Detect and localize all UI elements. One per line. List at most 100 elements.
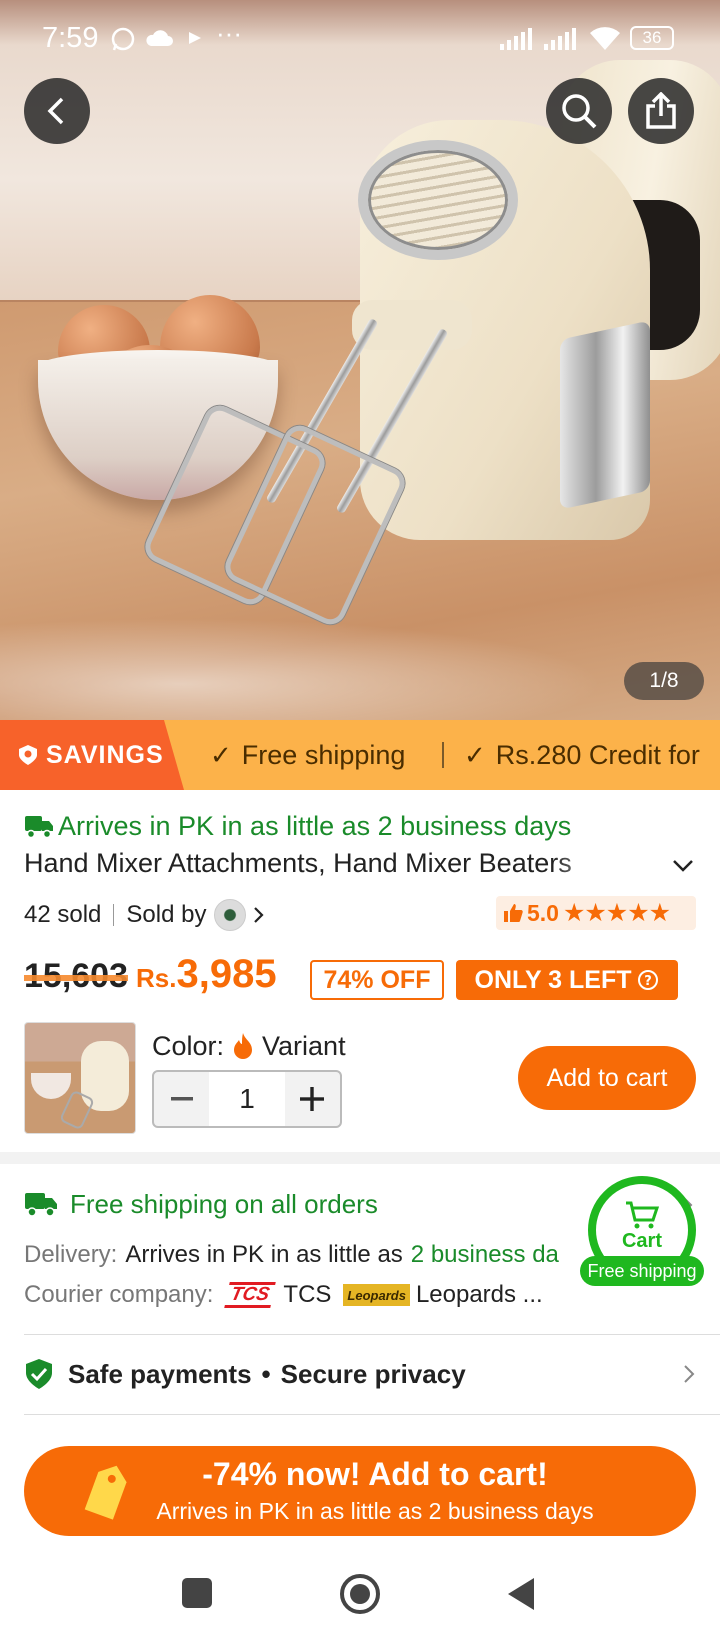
image-flour (0, 600, 720, 720)
strip-divider (442, 742, 444, 768)
shipping-truck-icon (25, 1193, 57, 1217)
battery-level: 36 (642, 28, 662, 47)
battery-icon: 36 (630, 26, 674, 50)
seller-avatar[interactable] (214, 899, 247, 931)
cta-subtitle: Arrives in PK in as little as 2 business… (156, 1498, 594, 1524)
stock-text: ONLY 3 LEFT (474, 965, 632, 994)
variant-thumbnail[interactable] (24, 1022, 136, 1134)
stock-badge[interactable]: ONLY 3 LEFT ? (456, 960, 678, 1000)
delivery-label: Delivery: (24, 1241, 118, 1268)
back-button[interactable] (24, 78, 90, 144)
help-icon: ? (638, 970, 659, 990)
rating-value: 5.0 (527, 899, 559, 926)
savings-shield-icon (19, 745, 37, 765)
system-navigation-bar (0, 1550, 720, 1640)
currency-label: Rs. (136, 963, 177, 993)
delivery-row: Delivery: Arrives in PK in as little as … (24, 1238, 584, 1272)
increase-quantity-button[interactable] (285, 1072, 340, 1126)
discount-badge: 74% OFF (310, 960, 444, 1000)
original-price: 15,603 (24, 957, 128, 996)
sales-row: 42 sold Sold by (24, 896, 266, 934)
courier-tcs: TCS (283, 1281, 332, 1308)
leopards-logo: Leopards (343, 1284, 410, 1306)
add-to-cart-cta-button[interactable]: -74% now! Add to cart! Arrives in PK in … (24, 1446, 696, 1536)
row-divider (24, 1414, 720, 1415)
mixer-chrome-panel (560, 320, 650, 510)
strip-item-label: Rs.280 Credit for (495, 739, 700, 770)
strip-item-label: Free shipping (241, 739, 406, 770)
chevron-right-icon[interactable] (252, 905, 266, 925)
sold-by-label[interactable]: Sold by (126, 901, 206, 929)
check-icon: ✓ (210, 739, 232, 770)
decrease-quantity-button[interactable] (154, 1072, 209, 1126)
savings-badge: SAVINGS (0, 720, 184, 790)
savings-label: SAVINGS (46, 740, 164, 769)
color-label: Color: (152, 1030, 225, 1061)
signal-icon (544, 28, 576, 50)
image-counter: 1/8 (624, 662, 704, 700)
safe-payments-row[interactable]: Safe payments • Secure privacy (24, 1354, 696, 1394)
price-row: 15,603 Rs. 3,985 (24, 952, 277, 1004)
mixer-vent-graphic (358, 140, 518, 260)
chevron-right-icon (684, 1365, 695, 1383)
share-button[interactable] (628, 78, 694, 144)
delivery-highlight: 2 business da (410, 1241, 559, 1268)
wifi-icon (590, 27, 620, 50)
thumbs-up-icon (504, 904, 523, 922)
minus-icon (170, 1097, 193, 1101)
home-dot (350, 1584, 370, 1604)
product-title[interactable]: Hand Mixer Attachments, Hand Mixer Beate… (24, 848, 624, 886)
safe-payments-label: Safe payments (68, 1358, 252, 1389)
thumb-bowl (31, 1073, 71, 1099)
svg-text:?: ? (645, 974, 653, 989)
courier-label: Courier company: (24, 1281, 214, 1308)
free-shipping-headline: Free shipping on all orders (70, 1188, 378, 1219)
sold-count: 42 sold (24, 901, 102, 928)
cart-free-shipping-badge: Free shipping (580, 1256, 704, 1286)
color-row[interactable]: Color: Variant (152, 1026, 346, 1066)
status-bar: 7:59 ··· 36 (0, 0, 720, 76)
strikethrough-line (24, 974, 128, 981)
quantity-value[interactable]: 1 (209, 1072, 285, 1126)
tcs-logo: TCS (224, 1282, 277, 1308)
strip-item-credit: ✓ Rs.280 Credit for (464, 720, 700, 790)
cart-label: Cart (621, 1229, 662, 1252)
check-icon: ✓ (464, 739, 486, 770)
quantity-stepper: 1 (152, 1070, 342, 1128)
more-notifications-icon: ··· (216, 18, 242, 48)
delivery-truck-icon (25, 816, 53, 839)
cart-icon (626, 1201, 659, 1228)
whatsapp-icon (111, 27, 135, 51)
expand-title-chevron-down-icon[interactable] (670, 856, 696, 876)
recent-apps-button[interactable] (182, 1578, 212, 1608)
sales-divider (113, 904, 115, 926)
free-shipping-row[interactable]: Free shipping on all orders (24, 1184, 378, 1224)
signal-icon (500, 28, 532, 50)
courier-row: Courier company: TCS TCS Leopards Leopar… (24, 1278, 543, 1312)
search-icon (562, 94, 597, 129)
chevron-left-icon (47, 97, 64, 125)
flame-icon (234, 1033, 253, 1059)
status-time: 7:59 (42, 22, 99, 54)
search-button[interactable] (546, 78, 612, 144)
back-triangle-icon[interactable] (506, 1576, 536, 1612)
play-icon (189, 32, 201, 44)
home-button[interactable] (340, 1574, 380, 1614)
share-icon (646, 92, 676, 129)
section-divider (0, 1152, 720, 1164)
plus-icon (300, 1087, 325, 1111)
cta-title: -74% now! Add to cart! (202, 1456, 548, 1492)
secure-privacy-label: Secure privacy (280, 1358, 466, 1389)
delivery-text: Arrives in PK in as little as (125, 1241, 403, 1268)
benefits-strip[interactable]: SAVINGS ✓ Free shipping ✓ Rs.280 Credit … (0, 720, 720, 790)
arrival-banner: Arrives in PK in as little as 2 business… (24, 808, 571, 844)
row-divider (24, 1334, 720, 1335)
cloud-icon (146, 30, 173, 46)
arrival-text: Arrives in PK in as little as 2 business… (58, 810, 572, 841)
add-to-cart-button[interactable]: Add to cart (518, 1046, 696, 1110)
rating-badge[interactable]: 5.0 ★★★★★ (496, 896, 696, 930)
bullet-separator: • (261, 1358, 271, 1389)
courier-leopards: Leopards ... (415, 1281, 543, 1308)
product-image[interactable]: 7:59 ··· 36 1/8 (0, 0, 720, 720)
sale-price: 3,985 (176, 952, 277, 996)
